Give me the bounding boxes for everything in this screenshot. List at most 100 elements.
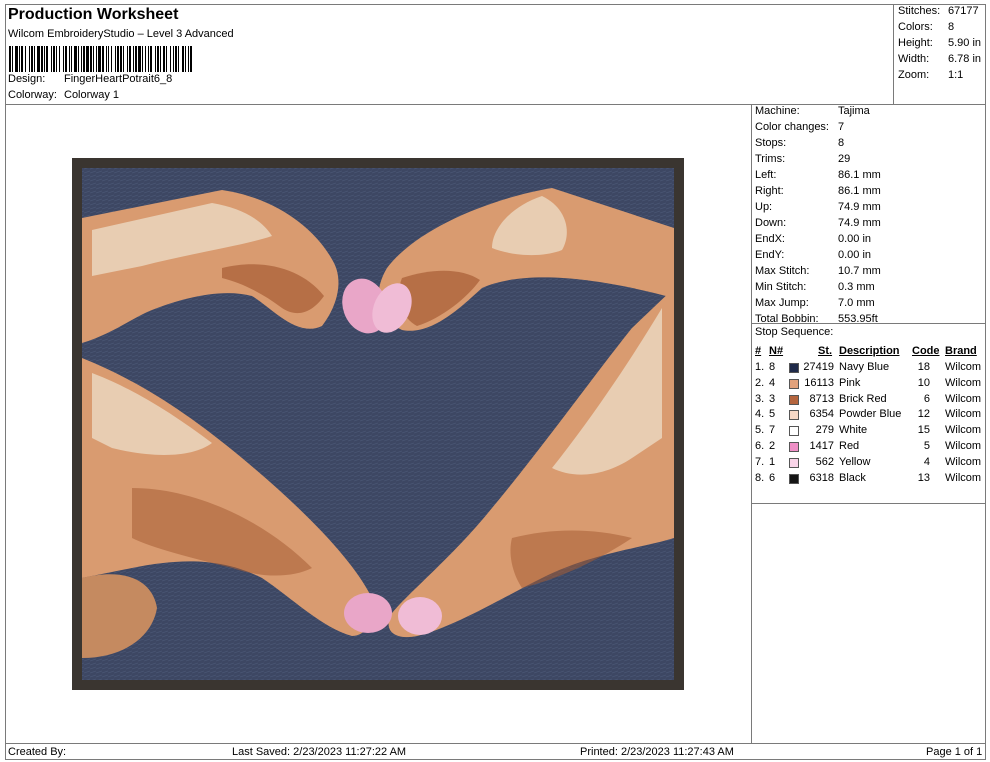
needle-number: 7	[769, 424, 776, 437]
stop-number: 4.	[755, 408, 765, 421]
machine-row: Machine: Tajima	[755, 105, 870, 117]
stops-row: Stops: 8	[755, 137, 845, 149]
stop-sequence-row: 7. 1 562 Yellow 4 Wilcom	[752, 456, 986, 472]
stitch-count: 6354	[809, 408, 834, 421]
stop-sequence-row: 1. 8 27419 Navy Blue 18 Wilcom	[752, 361, 986, 377]
stop-number: 8.	[755, 471, 765, 484]
embroidery-artwork	[72, 158, 684, 690]
col-header-code: Code	[912, 345, 940, 357]
stitch-count: 16113	[804, 376, 834, 389]
stat-height: Height: 5.90 in	[898, 37, 982, 49]
design-row: Design: FingerHeartPotrait6_8	[8, 73, 172, 85]
worksheet-header: Production Worksheet Wilcom EmbroiderySt…	[6, 5, 893, 104]
down-row: Down: 74.9 mm	[755, 217, 881, 229]
color-changes-row: Color changes: 7	[755, 121, 845, 133]
thread-description: Navy Blue	[839, 361, 890, 373]
thread-color-swatch	[789, 426, 799, 437]
software-name: Wilcom EmbroideryStudio – Level 3 Advanc…	[8, 28, 234, 40]
thread-color-swatch	[789, 473, 799, 484]
design-label: Design:	[8, 73, 46, 85]
stop-sequence-row: 4. 5 6354 Powder Blue 12 Wilcom	[752, 408, 986, 424]
needle-number: 2	[769, 440, 776, 452]
needle-number: 6	[769, 471, 776, 484]
needle-number: 5	[769, 408, 776, 421]
design-preview	[6, 105, 751, 743]
thread-code: 6	[923, 392, 930, 405]
stop-sequence-table: # N# St. Description Code Brand 1. 8 27419…	[752, 341, 986, 504]
nail-bottom-right	[398, 597, 442, 635]
barcode	[9, 46, 192, 72]
needle-number: 3	[769, 392, 776, 405]
thread-color-swatch	[789, 410, 799, 421]
stitch-count: 8713	[809, 392, 834, 405]
thread-description: White	[839, 424, 868, 437]
thread-brand: Wilcom	[945, 392, 982, 405]
thread-code: 4	[923, 455, 930, 468]
design-name: FingerHeartPotrait6_8	[64, 73, 173, 85]
col-header-num: #	[755, 345, 762, 357]
stop-sequence-title: Stop Sequence:	[755, 326, 834, 338]
col-header-description: Description	[839, 345, 900, 357]
stitch-count: 562	[815, 455, 834, 468]
stat-stitches: Stitches: 67177	[898, 5, 979, 17]
printed-date: Printed: 2/23/2023 11:27:43 AM	[580, 746, 734, 758]
page-number: Page 1 of 1	[926, 746, 983, 758]
thread-description: Yellow	[839, 455, 871, 468]
thread-code: 5	[923, 440, 930, 452]
stop-number: 7.	[755, 455, 765, 468]
thread-description: Pink	[839, 376, 861, 389]
thread-description: Brick Red	[839, 392, 887, 405]
stitch-count: 1417	[809, 440, 834, 452]
max-jump-row: Max Jump: 7.0 mm	[755, 297, 875, 309]
trims-row: Trims: 29	[755, 153, 851, 165]
thread-color-swatch	[789, 378, 799, 389]
needle-number: 1	[769, 455, 776, 468]
col-header-stitches: St.	[818, 345, 833, 357]
col-header-needle: N#	[769, 345, 784, 357]
needle-number: 8	[769, 361, 776, 373]
thread-brand: Wilcom	[945, 424, 982, 437]
stat-zoom: Zoom: 1:1	[898, 69, 964, 81]
thread-brand: Wilcom	[945, 408, 982, 421]
colorway-row: Colorway: Colorway 1	[8, 89, 119, 101]
worksheet-footer: Created By: Last Saved: 2/23/2023 11:27:…	[6, 743, 986, 759]
last-saved: Last Saved: 2/23/2023 11:27:22 AM	[232, 746, 407, 758]
thread-brand: Wilcom	[945, 361, 982, 373]
needle-number: 4	[769, 376, 776, 389]
stop-number: 3.	[755, 392, 765, 405]
thread-code: 18	[917, 361, 930, 373]
thread-brand: Wilcom	[945, 440, 982, 452]
stop-sequence-row: 5. 7 279 White 15 Wilcom	[752, 424, 986, 440]
thread-brand: Wilcom	[945, 376, 982, 389]
stitch-count: 6318	[809, 471, 834, 484]
design-stats: Stitches: 67177 Colors: 8 Height: 5.90 in W…	[893, 5, 986, 104]
thread-code: 12	[917, 408, 930, 421]
colorway-name: Colorway 1	[64, 89, 120, 101]
up-row: Up: 74.9 mm	[755, 201, 881, 213]
endy-row: EndY: 0.00 in	[755, 249, 872, 261]
thread-brand: Wilcom	[945, 455, 982, 468]
stat-colors: Colors: 8	[898, 21, 955, 33]
stat-width: Width: 6.78 in	[898, 53, 982, 65]
stop-sequence-row: 3. 3 8713 Brick Red 6 Wilcom	[752, 393, 986, 409]
thread-color-swatch	[789, 442, 799, 452]
thread-description: Black	[839, 471, 866, 484]
stop-number: 5.	[755, 424, 765, 437]
max-stitch-row: Max Stitch: 10.7 mm	[755, 265, 881, 277]
stop-sequence: Stop Sequence: # N# St. Description Code…	[752, 323, 986, 504]
right-row: Right: 86.1 mm	[755, 185, 881, 197]
stitch-count: 279	[815, 424, 834, 437]
endx-row: EndX: 0.00 in	[755, 233, 872, 245]
nail-bottom-left	[344, 593, 392, 633]
stop-number: 2.	[755, 376, 765, 389]
stop-sequence-row: 8. 6 6318 Black 13 Wilcom	[752, 472, 986, 488]
stop-sequence-row: 6. 2 1417 Red 5 Wilcom	[752, 440, 986, 456]
left-row: Left: 86.1 mm	[755, 169, 881, 181]
thread-code: 10	[917, 376, 930, 389]
thread-color-swatch	[789, 363, 799, 373]
stop-number: 6.	[755, 440, 765, 452]
thread-color-swatch	[789, 394, 799, 405]
page-title: Production Worksheet	[8, 6, 179, 23]
thread-brand: Wilcom	[945, 471, 982, 484]
thread-code: 13	[917, 471, 930, 484]
